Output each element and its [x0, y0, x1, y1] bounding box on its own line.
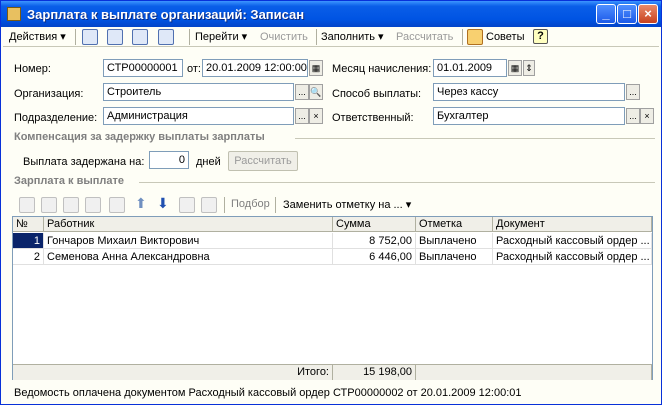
back-icon[interactable]: [82, 29, 98, 45]
pay-method-field[interactable]: Через кассу: [433, 83, 625, 101]
post-icon[interactable]: [158, 29, 174, 45]
copy-row-icon[interactable]: [41, 197, 57, 213]
sort-descending-icon[interactable]: [201, 197, 217, 213]
table-cell-employee[interactable]: Гончаров Михаил Викторович: [44, 233, 333, 249]
actions-menu[interactable]: Действия ▾: [9, 29, 66, 45]
select-button[interactable]: Подбор: [231, 198, 270, 210]
number-label: Номер:: [14, 63, 51, 75]
clear-button[interactable]: Очистить: [260, 29, 308, 45]
sort-ascending-icon[interactable]: [179, 197, 195, 213]
responsible-field[interactable]: Бухгалтер: [433, 107, 625, 125]
month-field[interactable]: 01.01.2009: [433, 59, 507, 77]
table-cell-sum[interactable]: 8 752,00: [333, 233, 416, 249]
department-select-button[interactable]: ...: [295, 108, 309, 124]
calendar-icon[interactable]: ▦: [508, 60, 522, 76]
date-label: от:: [187, 63, 201, 75]
section-divider: [139, 182, 655, 183]
table-cell-employee[interactable]: Семенова Анна Александровна: [44, 249, 333, 265]
column-header[interactable]: Документ: [493, 217, 652, 232]
toolbar-separator: [224, 197, 225, 213]
column-header[interactable]: №: [13, 217, 44, 232]
department-clear-button[interactable]: ×: [309, 108, 323, 124]
payout-table[interactable]: № Работник Сумма Отметка Документ 1 Гонч…: [12, 216, 653, 380]
days-label: дней: [196, 156, 221, 168]
table-cell-document[interactable]: Расходный кассовый ордер ...: [493, 249, 652, 265]
delay-label: Выплата задержана на:: [23, 156, 145, 168]
help-icon[interactable]: ?: [533, 29, 548, 44]
calculate-button[interactable]: Рассчитать: [396, 29, 453, 45]
close-button[interactable]: ×: [638, 4, 658, 24]
move-down-icon[interactable]: ⬇: [157, 195, 169, 212]
total-value: 15 198,00: [333, 364, 416, 380]
status-text[interactable]: Ведомость оплачена документом Расходный …: [14, 387, 522, 399]
delay-field[interactable]: 0: [149, 151, 189, 169]
department-field[interactable]: Администрация: [103, 107, 294, 125]
column-header[interactable]: Сумма: [333, 217, 416, 232]
responsible-label: Ответственный:: [332, 112, 414, 124]
maximize-button[interactable]: □: [617, 4, 637, 24]
tips-icon[interactable]: [467, 29, 483, 45]
table-cell-mark[interactable]: Выплачено: [416, 249, 493, 265]
date-field[interactable]: 20.01.2009 12:00:00: [202, 59, 308, 77]
table-cell-mark[interactable]: Выплачено: [416, 233, 493, 249]
month-spinner[interactable]: ⇕: [523, 60, 535, 76]
month-label: Месяц начисления:: [332, 63, 432, 75]
toolbar: Действия ▾ Перейти ▾ Очистить Заполнить …: [3, 27, 659, 47]
document-icon: [7, 7, 21, 21]
column-header[interactable]: Работник: [44, 217, 333, 232]
calendar-icon[interactable]: ▦: [309, 60, 323, 76]
compensation-calculate-button[interactable]: Рассчитать: [228, 151, 298, 171]
total-label: Итого:: [13, 364, 333, 380]
replace-mark-menu[interactable]: Заменить отметку на ... ▾: [283, 198, 411, 211]
window-title: Зарплата к выплате организаций: Записан: [27, 7, 305, 22]
pay-method-select-button[interactable]: ...: [626, 84, 640, 100]
toolbar-separator: [275, 197, 276, 213]
document-window: Зарплата к выплате организаций: Записан …: [0, 0, 662, 405]
end-edit-icon[interactable]: [109, 197, 125, 213]
fill-menu[interactable]: Заполнить ▾: [321, 29, 384, 45]
toolbar-separator: [462, 29, 463, 45]
table-cell-document[interactable]: Расходный кассовый ордер ...: [493, 233, 652, 249]
organization-select-button[interactable]: ...: [295, 84, 309, 100]
number-field[interactable]: СТР00000001: [103, 59, 183, 77]
department-label: Подразделение:: [14, 112, 98, 124]
organization-field[interactable]: Строитель: [103, 83, 294, 101]
pay-method-label: Способ выплаты:: [332, 88, 422, 100]
add-row-icon[interactable]: [19, 197, 35, 213]
delete-row-icon[interactable]: [85, 197, 101, 213]
total-footer-empty: [416, 364, 652, 380]
responsible-select-button[interactable]: ...: [626, 108, 640, 124]
organization-label: Организация:: [14, 88, 84, 100]
edit-row-icon[interactable]: [63, 197, 79, 213]
section-divider: [295, 138, 655, 139]
title-bar[interactable]: Зарплата к выплате организаций: Записан …: [1, 1, 661, 27]
search-icon[interactable]: 🔍: [309, 84, 323, 100]
toolbar-separator: [189, 29, 190, 45]
refresh-icon[interactable]: [132, 29, 148, 45]
table-row-number[interactable]: 1: [13, 233, 44, 249]
tips-button[interactable]: Советы: [486, 29, 524, 45]
structure-icon[interactable]: [107, 29, 123, 45]
column-header[interactable]: Отметка: [416, 217, 493, 232]
table-cell-sum[interactable]: 6 446,00: [333, 249, 416, 265]
table-row-number[interactable]: 2: [13, 249, 44, 265]
responsible-clear-button[interactable]: ×: [640, 108, 654, 124]
goto-menu[interactable]: Перейти ▾: [195, 29, 247, 45]
toolbar-separator: [316, 29, 317, 45]
minimize-button[interactable]: _: [596, 4, 616, 24]
payout-section-title: Зарплата к выплате: [14, 175, 125, 187]
move-up-icon[interactable]: ⬆: [135, 195, 147, 212]
toolbar-separator: [75, 29, 76, 45]
compensation-section-title: Компенсация за задержку выплаты зарплаты: [14, 131, 265, 143]
